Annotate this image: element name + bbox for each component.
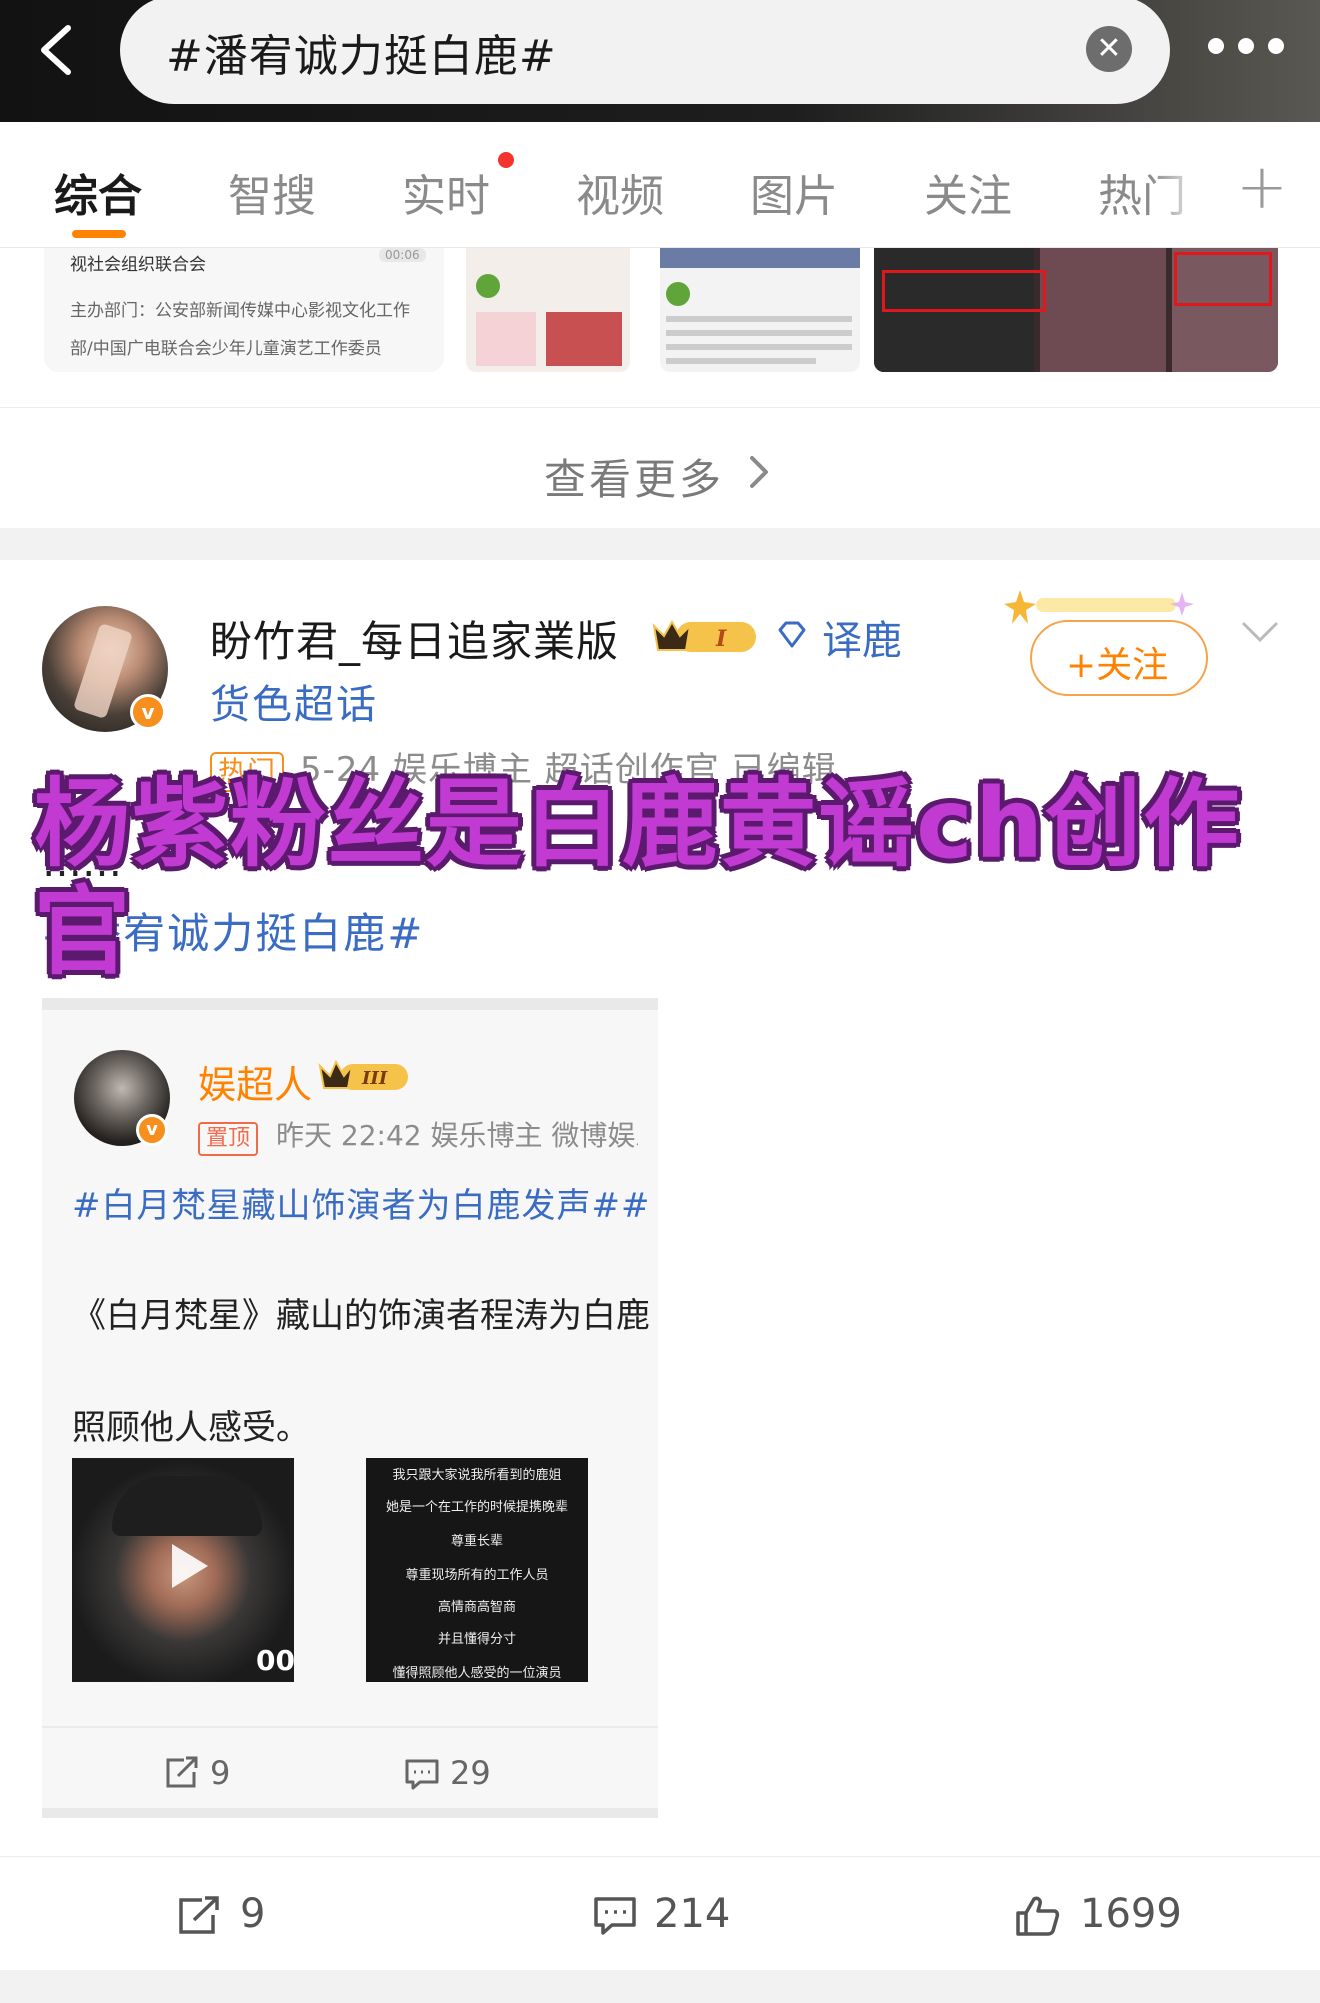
pinned-tag: 置顶: [198, 1122, 259, 1156]
post-action-bar: 9 214 1699: [0, 1856, 1320, 1966]
quoted-meta: 置顶 昨天 22:42 娱乐博主 微博娱乐: [198, 1114, 638, 1156]
chevron-down-icon[interactable]: [1240, 620, 1280, 646]
weibo-post: v 盼竹君_每日追家業版 I 译鹿 货色超话 +关注 热门 5-24 娱乐博主 超…: [0, 560, 1320, 1970]
diamond-icon: [778, 621, 806, 648]
repost-icon[interactable]: [176, 1895, 222, 1937]
quoted-comment-count[interactable]: 29: [450, 1754, 491, 1792]
search-input[interactable]: #潘宥诚力挺白鹿#: [166, 20, 557, 84]
thumbnail-photo: [476, 312, 536, 366]
thumbnail-image[interactable]: [874, 248, 1278, 372]
repost-count[interactable]: 9: [240, 1891, 265, 1937]
post-username[interactable]: 盼竹君_每日追家業版: [210, 608, 619, 669]
previous-card-title: 视社会组织联合会: [70, 255, 206, 275]
thumbnail-image[interactable]: [660, 248, 860, 372]
previous-card-department: 主办部门：公安部新闻传媒中心影视文化工作部/中国广电联合会少年儿童演艺工作委员: [70, 301, 410, 359]
video-caption: 我只跟大家说我所看到的鹿姐: [392, 1468, 562, 1483]
previous-result-strip: 视社会组织联合会 00:06 主办部门：公安部新闻传媒中心影视文化工作部/中国广…: [0, 248, 1320, 408]
foundation-logo-icon: [666, 282, 690, 306]
section-divider: [0, 1970, 1320, 2003]
quoted-username[interactable]: 娱超人: [198, 1054, 312, 1109]
more-dots-icon[interactable]: [1208, 38, 1308, 62]
clear-icon[interactable]: ✕: [1086, 26, 1132, 72]
back-chevron-icon[interactable]: [30, 20, 90, 80]
top-bar: #潘宥诚力挺白鹿# ✕: [0, 0, 1320, 122]
new-dot: [498, 152, 514, 168]
tab-images[interactable]: 图片: [750, 160, 838, 224]
follow-button[interactable]: +关注: [1030, 620, 1208, 696]
chevron-right-icon: [750, 456, 768, 488]
verified-badge-icon: v: [130, 694, 166, 730]
tab-fade: [1150, 142, 1230, 232]
tab-smart-search[interactable]: 智搜: [228, 160, 316, 224]
repost-icon[interactable]: [164, 1756, 200, 1790]
comment-count[interactable]: 214: [654, 1891, 730, 1937]
quoted-text: 《白月梵星》藏山的饰演者程涛为白鹿 工作的时候提携晚辈，尊重长辈，高情: [72, 1232, 658, 1410]
video-duration: 00:50: [256, 1644, 294, 1677]
foundation-logo-icon: [476, 274, 500, 298]
quoted-meta-text: 昨天 22:42 娱乐博主 微博娱乐: [276, 1119, 638, 1152]
highlight-box: [1174, 252, 1272, 306]
highlight-box: [882, 270, 1046, 312]
video-thumbnail[interactable]: 00:50: [72, 1458, 294, 1682]
text-line: [666, 358, 816, 364]
post-source-line2[interactable]: 货色超话: [210, 672, 378, 730]
overlay-caption: 杨紫粉丝是白鹿黄谣ch创作官: [34, 768, 1242, 988]
verified-badge-icon: v: [136, 1114, 168, 1146]
thumbnail-photo: [660, 248, 860, 268]
tab-all[interactable]: 综合: [54, 160, 142, 224]
quoted-action-bar: 9 29: [42, 1726, 658, 1816]
thumbnail-photo: [546, 312, 622, 366]
post-source[interactable]: 译鹿: [822, 608, 902, 666]
like-count[interactable]: 1699: [1080, 1891, 1182, 1937]
quoted-text-line: 照顾他人感受。: [72, 1408, 310, 1448]
member-crown-icon: I: [652, 619, 756, 652]
video-caption: 懂得照顾他人感受的一位演员: [392, 1666, 562, 1681]
play-icon[interactable]: [156, 1536, 216, 1596]
text-line: [666, 330, 852, 336]
previous-card-text[interactable]: 视社会组织联合会 00:06 主办部门：公安部新闻传媒中心影视文化工作部/中国广…: [44, 248, 444, 372]
add-tab-icon[interactable]: +: [1236, 150, 1288, 223]
svg-text:III: III: [361, 1068, 388, 1089]
comment-icon[interactable]: [592, 1895, 638, 1937]
tab-bar: 综合 智搜 实时 视频 图片 关注 热门 +: [0, 122, 1320, 248]
member-crown-icon: III: [318, 1059, 408, 1090]
thumbnail-image[interactable]: [466, 248, 630, 372]
section-divider: [0, 528, 1320, 560]
cap-shape: [112, 1476, 262, 1536]
video-frame-image[interactable]: 我只跟大家说我所看到的鹿姐 她是一个在工作的时候提携晚辈 尊重长辈 尊重现场所有…: [366, 1458, 588, 1682]
active-tab-indicator: [72, 230, 126, 238]
tab-realtime[interactable]: 实时: [402, 160, 490, 224]
quoted-repost-count[interactable]: 9: [210, 1754, 230, 1792]
see-more-label: 查看更多: [544, 455, 725, 504]
follow-label: +关注: [1066, 645, 1169, 686]
tab-following[interactable]: 关注: [924, 160, 1012, 224]
quoted-text-line: 《白月梵星》藏山的饰演者程涛为白鹿: [72, 1296, 650, 1336]
video-caption: 她是一个在工作的时候提携晚辈: [385, 1500, 568, 1515]
svg-text:I: I: [715, 626, 727, 652]
see-more-button[interactable]: 查看更多: [0, 410, 1320, 528]
text-line: [666, 316, 852, 322]
quoted-post[interactable]: v 娱超人 III 置顶 昨天 22:42 娱乐博主 微博娱乐 #白月梵星藏山饰演…: [42, 998, 658, 1818]
like-thumb-icon[interactable]: [1014, 1895, 1060, 1937]
video-caption: 并且懂得分寸: [437, 1632, 516, 1647]
video-caption: 尊重长辈: [450, 1534, 503, 1549]
tab-video[interactable]: 视频: [576, 160, 664, 224]
video-caption: 尊重现场所有的工作人员: [405, 1568, 549, 1583]
quoted-topic-link[interactable]: #白月梵星藏山饰演者为白鹿发声##: [72, 1178, 658, 1227]
video-duration: 00:06: [379, 248, 426, 262]
thumbnail-panel: [1040, 248, 1166, 372]
search-bar[interactable]: #潘宥诚力挺白鹿# ✕: [120, 0, 1170, 104]
text-line: [666, 344, 852, 350]
video-caption: 高情商高智商: [437, 1600, 516, 1615]
comment-icon[interactable]: [404, 1758, 440, 1790]
